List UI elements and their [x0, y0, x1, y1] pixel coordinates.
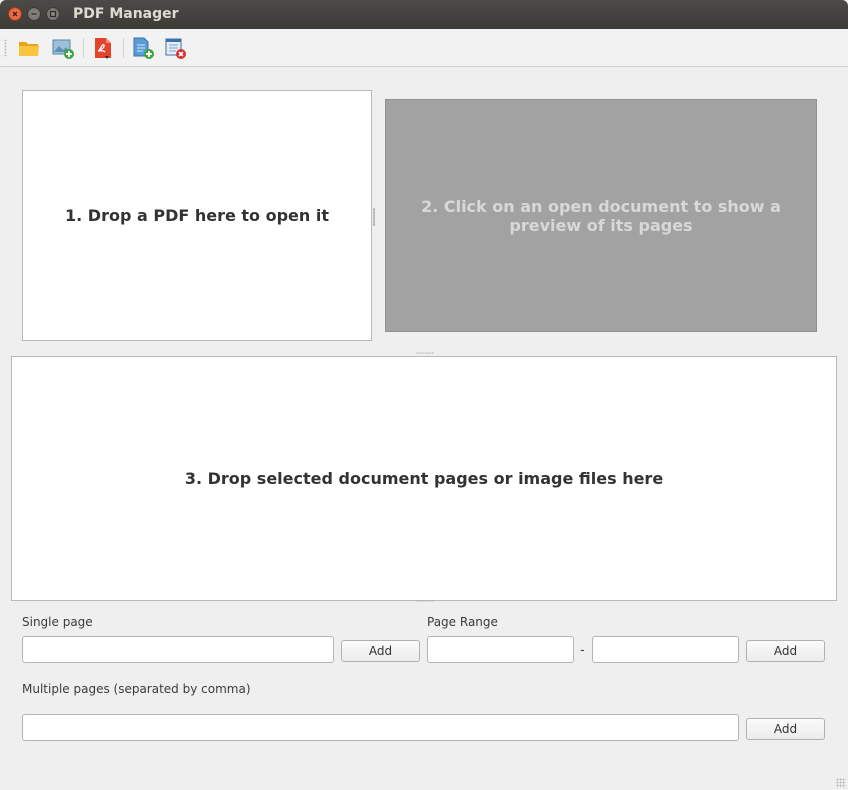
pdf-drop-zone[interactable]: 1. Drop a PDF here to open it — [22, 90, 372, 341]
close-icon — [12, 11, 18, 17]
maximize-window-button[interactable] — [46, 7, 60, 21]
toolbar-grip[interactable] — [4, 39, 7, 57]
horizontal-splitter-handle[interactable] — [416, 600, 434, 602]
open-pdf-button[interactable] — [17, 36, 41, 60]
toolbar — [0, 29, 848, 67]
multiple-pages-input[interactable] — [22, 714, 739, 741]
horizontal-splitter-handle[interactable] — [416, 352, 434, 354]
export-pdf-button[interactable] — [91, 36, 115, 60]
pages-drop-zone[interactable]: 3. Drop selected document pages or image… — [11, 356, 837, 601]
toolbar-separator — [123, 38, 124, 58]
toolbar-separator — [83, 38, 84, 58]
close-window-button[interactable] — [8, 7, 22, 21]
add-page-button[interactable] — [131, 36, 155, 60]
add-page-range-button[interactable]: Add — [746, 640, 825, 662]
page-range-from-input[interactable] — [427, 636, 574, 663]
page-range-to-input[interactable] — [592, 636, 739, 663]
single-page-label: Single page — [22, 615, 93, 629]
add-multiple-pages-button[interactable]: Add — [746, 718, 825, 740]
add-page-icon — [133, 37, 154, 59]
pages-drop-zone-label: 3. Drop selected document pages or image… — [184, 469, 664, 488]
minimize-window-button[interactable] — [27, 7, 41, 21]
open-folder-icon — [19, 42, 39, 56]
title-bar: PDF Manager — [0, 0, 848, 29]
remove-page-icon — [165, 38, 186, 59]
page-preview-panel[interactable]: 2. Click on an open document to show a p… — [385, 99, 817, 332]
export-pdf-icon — [95, 38, 111, 59]
window-title: PDF Manager — [73, 6, 179, 22]
vertical-splitter-handle[interactable] — [373, 208, 375, 226]
page-preview-placeholder: 2. Click on an open document to show a p… — [421, 196, 781, 235]
minimize-icon — [31, 13, 37, 15]
window-resize-grip[interactable] — [836, 778, 846, 788]
maximize-icon — [49, 10, 57, 18]
page-range-label: Page Range — [427, 615, 498, 629]
add-image-button[interactable] — [51, 36, 75, 60]
multiple-pages-label: Multiple pages (separated by comma) — [22, 682, 251, 696]
single-page-input[interactable] — [22, 636, 334, 663]
page-range-separator: - — [580, 643, 585, 658]
pdf-drop-zone-label: 1. Drop a PDF here to open it — [65, 206, 329, 225]
add-image-icon — [52, 39, 74, 59]
remove-page-button[interactable] — [163, 36, 187, 60]
add-single-page-button[interactable]: Add — [341, 640, 420, 662]
